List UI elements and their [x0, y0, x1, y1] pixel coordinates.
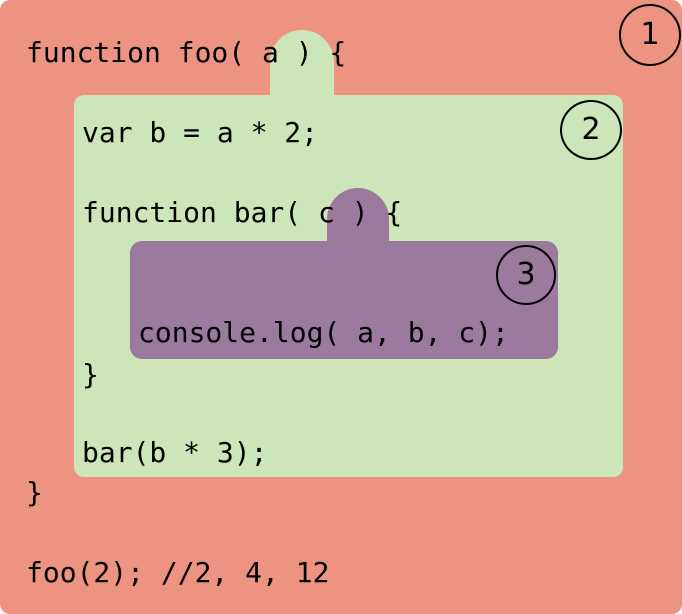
code-line-foo-declaration: function foo( a ) { [26, 36, 347, 69]
code-line-var-b: var b = a * 2; [82, 116, 319, 149]
code-line-console-log: console.log( a, b, c); [138, 316, 509, 349]
code-line-bar-call: bar(b * 3); [82, 436, 268, 469]
code-line-bar-close: } [82, 358, 99, 391]
scope-badge-2: 2 [560, 100, 622, 160]
code-line-foo-close: } [26, 476, 43, 509]
code-line-foo-call: foo(2); //2, 4, 12 [26, 556, 330, 589]
scope-badge-1: 1 [619, 4, 681, 66]
scope-badge-3: 3 [496, 245, 556, 305]
code-line-bar-declaration: function bar( c ) { [82, 196, 403, 229]
